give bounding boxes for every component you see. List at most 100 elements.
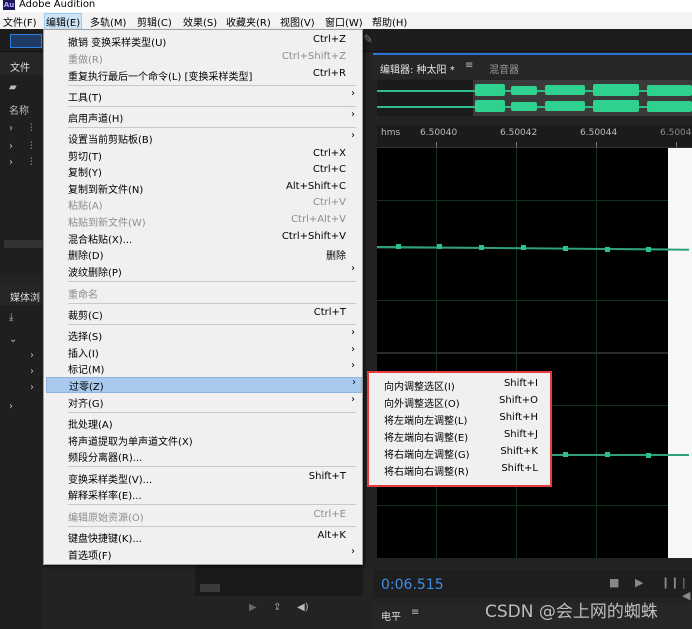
menu-item-edit-original[interactable]: 编辑原始资源(O) Ctrl+E [44, 508, 362, 524]
selection-region[interactable] [668, 148, 692, 558]
expand-arrow-icon[interactable]: › [30, 383, 34, 393]
transport-bar: 0:06.515 ■ ▶ ❙❙ |◀ [373, 570, 692, 602]
chevron-right-icon: › [351, 88, 355, 99]
menu-item-select[interactable]: 选择(S) › [44, 327, 362, 343]
menu-item-copy-new[interactable]: 复制到新文件(N) Alt+Shift+C [44, 180, 362, 196]
expand-arrow-icon[interactable]: › [30, 351, 34, 361]
menu-item-rename[interactable]: 重命名 [44, 285, 362, 301]
export-icon[interactable]: ⇪ [273, 603, 281, 613]
menu-item-copy[interactable]: 复制(Y) Ctrl+C [44, 163, 362, 179]
tab-media-browser[interactable]: 媒体浏 [10, 289, 40, 304]
menu-item-enable-channels[interactable]: 启用声道(H) › [44, 109, 362, 125]
expand-arrow-icon[interactable]: › [9, 402, 13, 412]
menu-item-zero-crossings[interactable]: 过零(Z) › [46, 377, 362, 393]
menu-item-set-clipboard[interactable]: 设置当前剪贴板(B) › [44, 130, 362, 146]
expand-arrow-icon[interactable]: › [30, 367, 34, 377]
expand-arrow-icon[interactable]: ⌄ [9, 335, 17, 345]
menu-item-undo[interactable]: 撤销 变换采样类型(U) Ctrl+Z [44, 33, 362, 49]
tab-files[interactable]: 文件 [10, 59, 30, 74]
menu-item-extract-channels[interactable]: 将声道提取为单声道文件(X) [44, 432, 362, 448]
submenu-item-adjust-inward[interactable]: 向内调整选区(I) Shift+I [369, 377, 550, 393]
menu-item-convert-sample-type[interactable]: 变换采样类型(V)... Shift+T [44, 470, 362, 486]
sample-point[interactable] [479, 245, 484, 250]
play-icon[interactable]: ▶ [249, 603, 257, 613]
folder-open-icon[interactable]: ▰ [9, 83, 17, 93]
menu-item-preferences[interactable]: 首选项(F) › [44, 546, 362, 562]
menu-item-cut[interactable]: 剪切(T) Ctrl+X [44, 147, 362, 163]
pencil-tool-icon[interactable]: ✎ [363, 32, 373, 46]
download-icon[interactable]: ⤓ [9, 313, 13, 323]
menu-lines-icon[interactable]: ≡ [411, 607, 419, 618]
menu-edit[interactable]: 编辑(E) [44, 13, 83, 30]
play-icon[interactable]: ▶ [635, 576, 643, 589]
time-ruler[interactable]: hms 6.50040 6.50042 6.50044 6.50046 [377, 125, 692, 148]
menu-lines-icon[interactable]: ≡ [465, 60, 473, 71]
menu-item-repeat-last[interactable]: 重复执行最后一个命令(L) [变换采样类型] Ctrl+R [44, 67, 362, 83]
ruler-unit-label: hms [381, 128, 401, 138]
menu-multitrack[interactable]: 多轨(M) [90, 14, 126, 29]
menu-item-frequency-splitter[interactable]: 频段分离器(R)... [44, 448, 362, 464]
chevron-right-icon: › [351, 327, 355, 338]
tab-level[interactable]: 电平 [381, 608, 401, 623]
menu-favorites[interactable]: 收藏夹(R) [226, 14, 271, 29]
menu-effects[interactable]: 效果(S) [183, 14, 217, 29]
submenu-item-adjust-outward[interactable]: 向外调整选区(O) Shift+O [369, 394, 550, 410]
waveform-peak [593, 84, 639, 96]
tab-mixer[interactable]: 混音器 [489, 61, 519, 76]
horizontal-scrollbar[interactable] [4, 240, 43, 248]
menu-item-delete[interactable]: 删除(D) 删除 [44, 246, 362, 262]
chevron-right-icon: › [351, 394, 355, 405]
expand-arrow-icon[interactable]: › [9, 142, 13, 152]
timecode-display[interactable]: 0:06.515 [381, 577, 444, 593]
menu-item-mix-paste[interactable]: 混合粘贴(X)... Ctrl+Shift+V [44, 230, 362, 246]
menu-item-redo[interactable]: 重做(R) Ctrl+Shift+Z [44, 50, 362, 66]
submenu-item-right-to-left[interactable]: 将右端向左调整(G) Shift+K [369, 445, 550, 461]
menu-file[interactable]: 文件(F) [3, 14, 37, 29]
expand-arrow-icon[interactable]: › [9, 124, 13, 134]
menu-clip[interactable]: 剪辑(C) [137, 14, 172, 29]
sample-point[interactable] [646, 453, 651, 458]
menu-item-tools[interactable]: 工具(T) › [44, 88, 362, 104]
submenu-item-left-to-right[interactable]: 将左端向右调整(E) Shift+J [369, 428, 550, 444]
volume-icon[interactable]: ◀) [297, 603, 309, 613]
waveform-view-button[interactable] [10, 34, 42, 48]
zero-crossings-submenu: 向内调整选区(I) Shift+I 向外调整选区(O) Shift+O 将左端向左调… [367, 371, 552, 487]
menu-help[interactable]: 帮助(H) [372, 14, 407, 29]
sample-point[interactable] [563, 246, 568, 251]
sample-point[interactable] [396, 244, 401, 249]
name-column-header[interactable]: 名称 [9, 107, 29, 117]
menu-item-batch[interactable]: 批处理(A) [44, 415, 362, 431]
menu-item-ripple-delete[interactable]: 波纹删除(P) › [44, 263, 362, 279]
ruler-tick-label: 6.50040 [420, 128, 458, 138]
menu-item-insert[interactable]: 插入(I) › [44, 344, 362, 360]
menu-item-snapping[interactable]: 对齐(G) › [44, 394, 362, 410]
waveform-track[interactable] [377, 148, 692, 558]
menu-item-keyboard-shortcuts[interactable]: 键盘快捷键(K)... Alt+K [44, 529, 362, 545]
goto-start-icon[interactable]: |◀ [682, 576, 692, 602]
sample-point[interactable] [563, 452, 568, 457]
sample-point[interactable] [605, 452, 610, 457]
menu-item-marker[interactable]: 标记(M) › [44, 360, 362, 376]
submenu-item-right-to-right[interactable]: 将右端向右调整(R) Shift+L [369, 462, 550, 478]
menu-window[interactable]: 窗口(W) [325, 14, 363, 29]
menu-item-paste[interactable]: 粘贴(A) Ctrl+V [44, 196, 362, 212]
pause-icon[interactable]: ❙❙ [661, 576, 679, 589]
sample-point[interactable] [646, 247, 651, 252]
menu-view[interactable]: 视图(V) [280, 14, 315, 29]
waveform-overview[interactable] [377, 80, 692, 116]
stop-icon[interactable]: ■ [609, 576, 619, 589]
menu-item-crop[interactable]: 裁剪(C) Ctrl+T [44, 306, 362, 322]
sample-point[interactable] [437, 244, 442, 249]
expand-arrow-icon[interactable]: › [9, 158, 13, 168]
menu-item-interpret-sample-rate[interactable]: 解释采样率(E)... [44, 486, 362, 502]
tab-editor[interactable]: 编辑器: 种太阳 * [380, 61, 455, 76]
menu-bar: 文件(F) 编辑(E) 多轨(M) 剪辑(C) 效果(S) 收藏夹(R) 视图(… [0, 12, 692, 30]
submenu-item-left-to-left[interactable]: 将左端向左调整(L) Shift+H [369, 411, 550, 427]
sample-curve-bottom [549, 454, 689, 456]
preview-scrollbar[interactable] [200, 584, 220, 592]
sample-point[interactable] [605, 247, 610, 252]
sample-point[interactable] [521, 245, 526, 250]
menu-item-paste-new[interactable]: 粘贴到新文件(W) Ctrl+Alt+V [44, 213, 362, 229]
waveform-icon: ⫶ [30, 123, 33, 134]
grid-line [377, 300, 692, 301]
